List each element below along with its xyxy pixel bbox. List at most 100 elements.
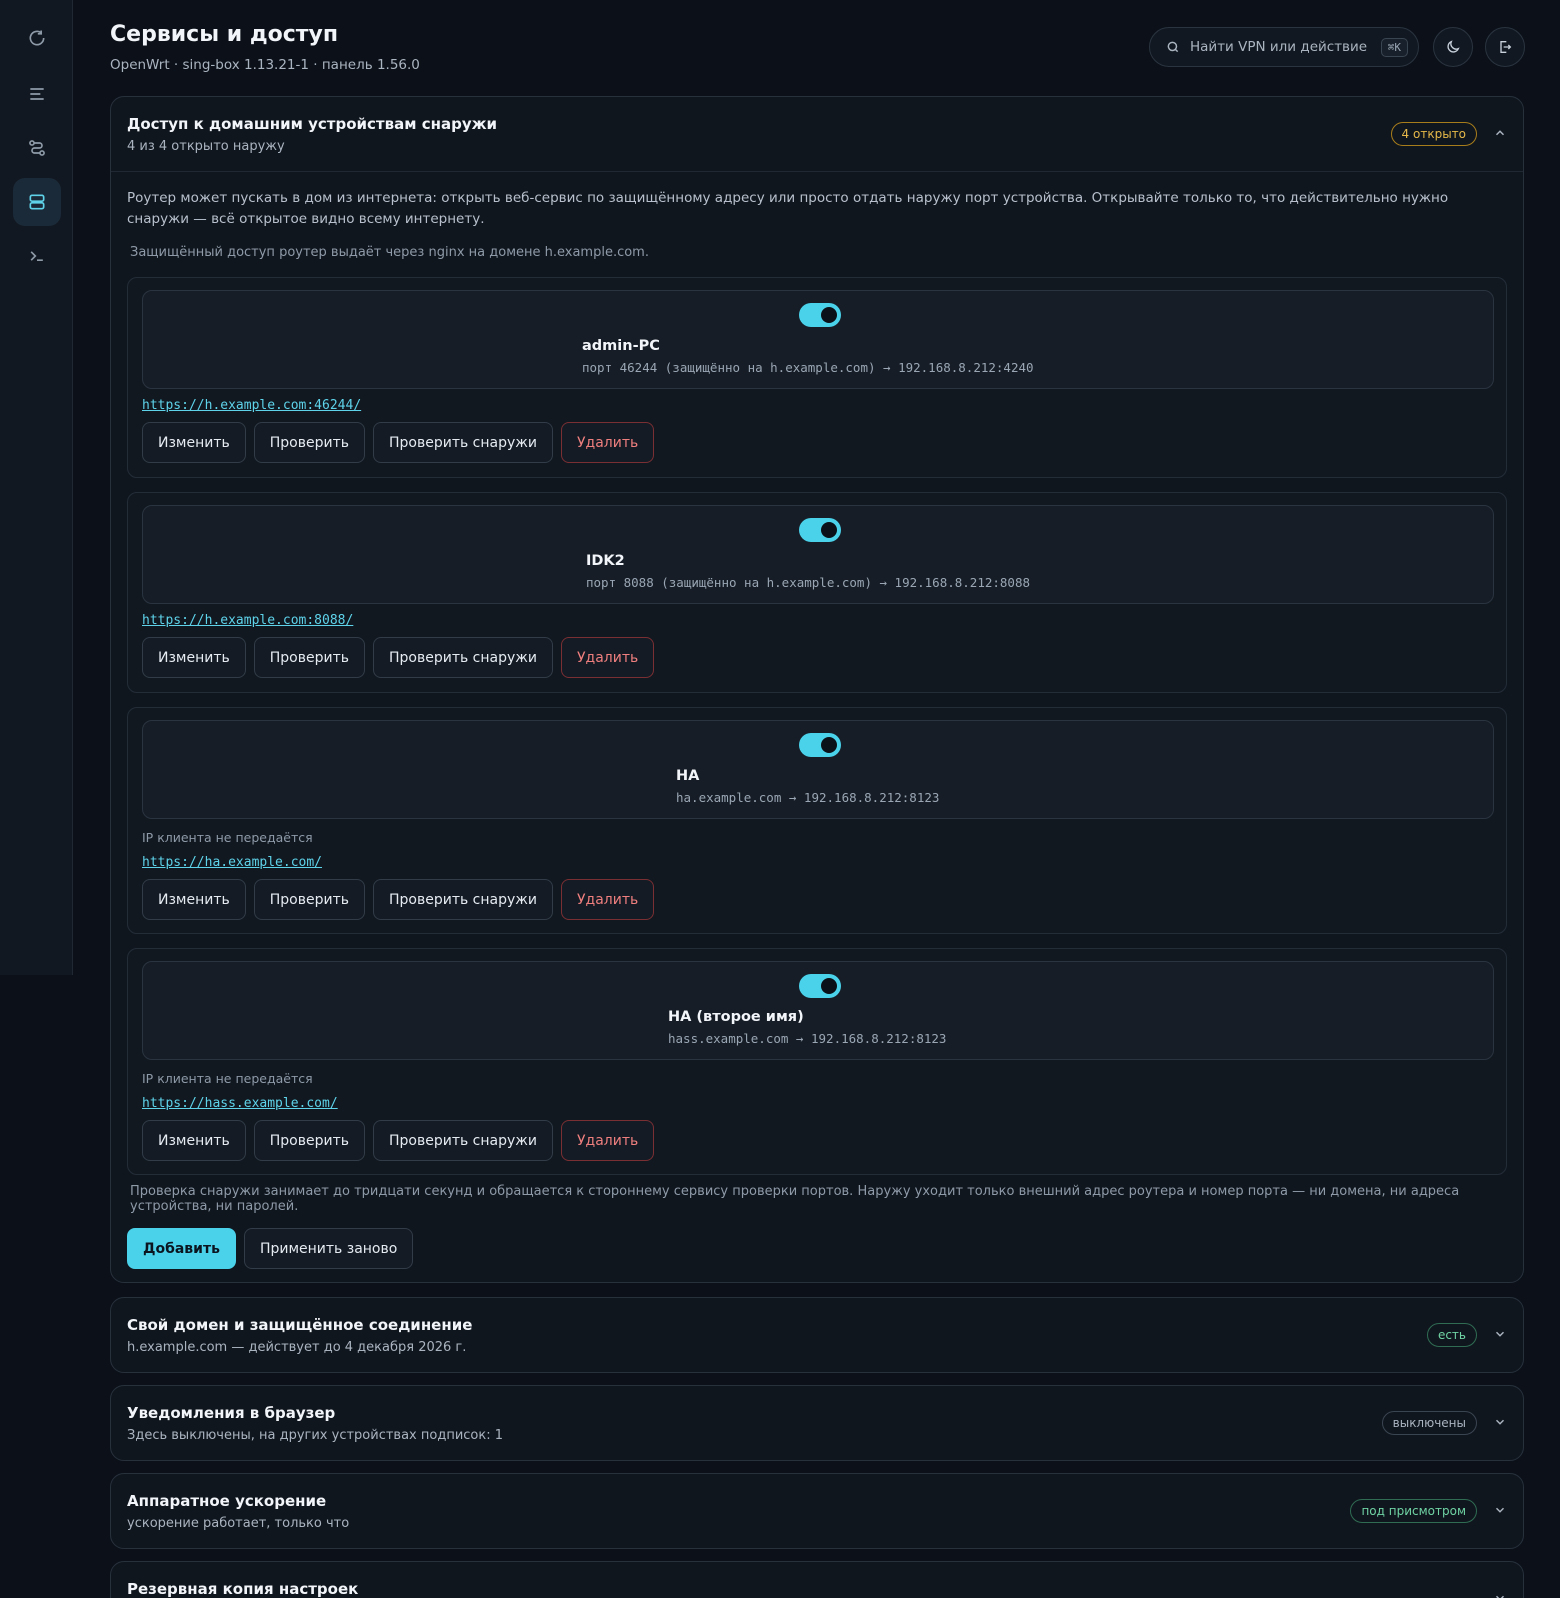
edit-button[interactable]: Изменить (142, 422, 246, 463)
notifications-panel[interactable]: Уведомления в браузер Здесь выключены, н… (110, 1385, 1524, 1461)
backup-panel[interactable]: Резервная копия настроек (110, 1561, 1524, 1598)
chevron-down-icon[interactable] (1493, 1591, 1507, 1598)
check-outside-footnote: Проверка снаружи занимает до тридцати се… (130, 1184, 1460, 1214)
hw-acceleration-panel[interactable]: Аппаратное ускорение ускорение работает,… (110, 1473, 1524, 1549)
service-name: HA (676, 768, 700, 784)
route-icon (29, 140, 45, 156)
chevron-down-icon[interactable] (1493, 1415, 1507, 1429)
page-title: Сервисы и доступ (110, 22, 339, 47)
panel-subtitle: h.example.com — действует до 4 декабря 2… (127, 1340, 467, 1355)
service-link[interactable]: https://hass.example.com/ (142, 1096, 338, 1111)
check-outside-button[interactable]: Проверить снаружи (373, 422, 553, 463)
sidebar-item-refresh[interactable] (13, 14, 61, 62)
edit-button[interactable]: Изменить (142, 637, 246, 678)
check-outside-button[interactable]: Проверить снаружи (373, 879, 553, 920)
check-button[interactable]: Проверить (253, 637, 365, 678)
service-card: IDK2 порт 8088 (защищённо на h.example.c… (127, 492, 1507, 693)
domain-panel[interactable]: Свой домен и защищённое соединение h.exa… (110, 1297, 1524, 1373)
service-toggle[interactable] (799, 303, 841, 327)
service-summary: admin-PC порт 46244 (защищённо на h.exam… (142, 290, 1494, 389)
search-placeholder: Найти VPN или действие (1190, 39, 1368, 55)
nginx-note: Защищённый доступ роутер выдаёт через ng… (130, 245, 649, 260)
service-actions: Изменить Проверить Проверить снаружи Уда… (142, 637, 655, 678)
service-card: HA ha.example.com → 192.168.8.212:8123 I… (127, 707, 1507, 934)
terminal-icon (30, 251, 43, 261)
moon-icon (1447, 40, 1460, 53)
reapply-button[interactable]: Применить заново (243, 1228, 414, 1269)
service-link[interactable]: https://h.example.com:8088/ (142, 613, 353, 628)
panel-actions: Добавить Применить заново (127, 1228, 414, 1269)
service-card: admin-PC порт 46244 (защищённо на h.exam… (127, 277, 1507, 478)
panel-title: Уведомления в браузер (127, 1404, 336, 1422)
panel-title: Свой домен и защищённое соединение (127, 1316, 473, 1334)
panel-header: Аппаратное ускорение ускорение работает,… (111, 1474, 1523, 1548)
add-button[interactable]: Добавить (127, 1228, 236, 1269)
sidebar-item-routes[interactable] (13, 124, 61, 172)
status-badge: выключены (1381, 1411, 1477, 1435)
access-panel-header[interactable]: Доступ к домашним устройствам снаружи 4 … (111, 97, 1523, 171)
sidebar-item-services[interactable] (13, 178, 61, 226)
service-link[interactable]: https://h.example.com:46244/ (142, 398, 361, 413)
service-actions: Изменить Проверить Проверить снаружи Уда… (142, 879, 655, 920)
search-icon (1167, 41, 1179, 53)
intro-text: Роутер может пускать в дом из интернета:… (127, 190, 1449, 227)
chevron-up-icon[interactable] (1493, 126, 1507, 140)
search-input[interactable]: Найти VPN или действие ⌘K (1149, 27, 1419, 67)
panel-subtitle: 4 из 4 открыто наружу (127, 139, 285, 154)
service-summary: HA ha.example.com → 192.168.8.212:8123 (142, 720, 1494, 819)
delete-button[interactable]: Удалить (561, 637, 655, 678)
service-name: IDK2 (586, 553, 625, 569)
service-link[interactable]: https://ha.example.com/ (142, 855, 322, 870)
panel-header: Резервная копия настроек (111, 1562, 1523, 1598)
service-toggle[interactable] (799, 974, 841, 998)
delete-button[interactable]: Удалить (561, 879, 655, 920)
sidebar-item-menu[interactable] (13, 70, 61, 118)
service-detail: порт 8088 (защищённо на h.example.com) →… (586, 575, 1031, 590)
check-button[interactable]: Проверить (253, 879, 365, 920)
service-summary: IDK2 порт 8088 (защищённо на h.example.c… (142, 505, 1494, 604)
panel-title: Резервная копия настроек (127, 1580, 359, 1598)
search-shortcut: ⌘K (1380, 37, 1408, 57)
status-badge: есть (1426, 1323, 1477, 1347)
panel-header: Свой домен и защищённое соединение h.exa… (111, 1298, 1523, 1372)
panel-subtitle: Здесь выключены, на других устройствах п… (127, 1428, 504, 1443)
menu-icon (30, 88, 44, 100)
page-subtitle: OpenWrt · sing-box 1.13.21-1 · панель 1.… (110, 57, 420, 73)
chevron-down-icon[interactable] (1493, 1503, 1507, 1517)
check-button[interactable]: Проверить (253, 422, 365, 463)
logout-button[interactable] (1485, 27, 1525, 67)
panel-title: Аппаратное ускорение (127, 1492, 327, 1510)
check-outside-button[interactable]: Проверить снаружи (373, 1120, 553, 1161)
service-actions: Изменить Проверить Проверить снаружи Уда… (142, 1120, 655, 1161)
service-note: IP клиента не передаётся (142, 1071, 313, 1086)
server-icon (29, 194, 45, 210)
theme-toggle-button[interactable] (1433, 27, 1473, 67)
chevron-down-icon[interactable] (1493, 1327, 1507, 1341)
panel-subtitle: ускорение работает, только что (127, 1516, 350, 1531)
check-button[interactable]: Проверить (253, 1120, 365, 1161)
check-outside-button[interactable]: Проверить снаружи (373, 637, 553, 678)
service-name: HA (второе имя) (668, 1009, 804, 1025)
service-toggle[interactable] (799, 518, 841, 542)
service-toggle[interactable] (799, 733, 841, 757)
service-detail: hass.example.com → 192.168.8.212:8123 (668, 1031, 947, 1046)
service-detail: ha.example.com → 192.168.8.212:8123 (676, 790, 940, 805)
sidebar-item-terminal[interactable] (13, 232, 61, 280)
refresh-icon (29, 30, 45, 46)
service-summary: HA (второе имя) hass.example.com → 192.1… (142, 961, 1494, 1060)
panel-title: Доступ к домашним устройствам снаружи (127, 115, 498, 133)
logout-icon (1500, 41, 1512, 53)
status-badge: под присмотром (1350, 1499, 1477, 1523)
access-panel: Доступ к домашним устройствам снаружи 4 … (110, 96, 1524, 1283)
status-badge: 4 открыто (1390, 122, 1477, 146)
edit-button[interactable]: Изменить (142, 879, 246, 920)
service-card: HA (второе имя) hass.example.com → 192.1… (127, 948, 1507, 1175)
service-detail: порт 46244 (защищённо на h.example.com) … (582, 360, 1034, 375)
delete-button[interactable]: Удалить (561, 422, 655, 463)
panel-header: Уведомления в браузер Здесь выключены, н… (111, 1386, 1523, 1460)
delete-button[interactable]: Удалить (561, 1120, 655, 1161)
edit-button[interactable]: Изменить (142, 1120, 246, 1161)
sidebar (0, 0, 73, 975)
divider (111, 171, 1523, 172)
service-actions: Изменить Проверить Проверить снаружи Уда… (142, 422, 655, 463)
